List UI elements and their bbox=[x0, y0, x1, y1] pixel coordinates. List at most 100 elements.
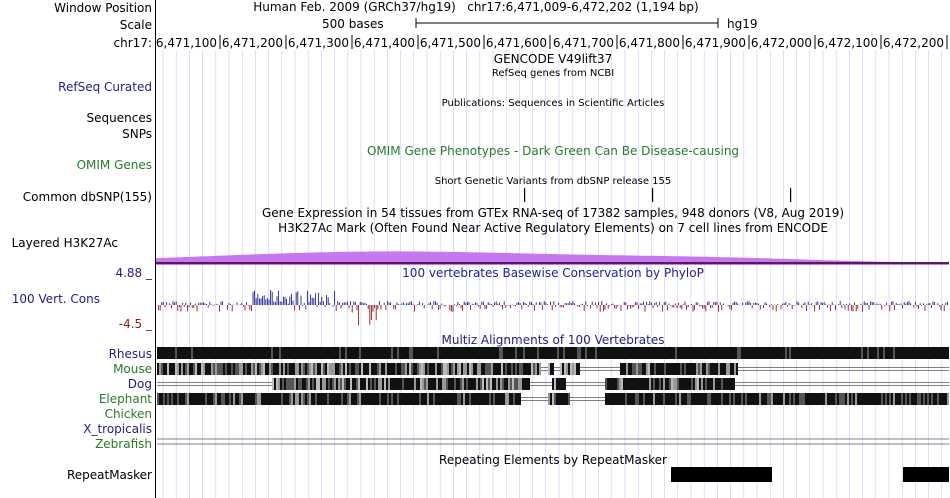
ruler-tick-label: 6,471,800 bbox=[618, 36, 680, 50]
rhesus-block bbox=[655, 347, 657, 359]
dog-block bbox=[418, 378, 420, 390]
mouse-block bbox=[371, 363, 373, 375]
h3k27ac-track-label[interactable]: Layered H3K27Ac bbox=[12, 236, 118, 250]
mouse-block bbox=[694, 363, 696, 375]
rhesus-block bbox=[315, 347, 317, 359]
elephant-block bbox=[657, 393, 659, 405]
dog-block bbox=[665, 378, 667, 390]
dog-block bbox=[498, 378, 500, 390]
rhesus-block bbox=[501, 347, 503, 359]
mouse-block bbox=[509, 363, 511, 375]
mouse-block bbox=[381, 363, 383, 375]
snp-mark bbox=[652, 188, 654, 202]
dbsnp-track-label[interactable]: Common dbSNP(155) bbox=[23, 190, 152, 204]
species-xtropicalis[interactable]: X_tropicalis bbox=[83, 422, 152, 436]
sequences-track-label[interactable]: Sequences bbox=[87, 111, 152, 125]
refseq-desc: RefSeq genes from NCBI bbox=[491, 68, 615, 79]
rhesus-block bbox=[563, 347, 565, 359]
elephant-block bbox=[865, 393, 867, 405]
refseq-track-label[interactable]: RefSeq Curated bbox=[58, 80, 152, 94]
rhesus-block bbox=[673, 347, 675, 359]
rhesus-block bbox=[665, 347, 667, 359]
mouse-block bbox=[654, 363, 656, 375]
elephant-block bbox=[349, 393, 351, 405]
species-elephant[interactable]: Elephant bbox=[99, 392, 152, 406]
mouse-block bbox=[345, 363, 347, 375]
snps-track-label[interactable]: SNPs bbox=[122, 127, 152, 141]
elephant-block bbox=[519, 393, 521, 405]
mouse-block bbox=[626, 363, 628, 375]
mouse-block bbox=[225, 363, 227, 375]
dog-block bbox=[637, 378, 639, 390]
mouse-block bbox=[175, 363, 177, 375]
elephant-block bbox=[883, 393, 885, 405]
mouse-block bbox=[443, 363, 445, 375]
rhesus-block bbox=[745, 347, 747, 359]
species-chicken[interactable]: Chicken bbox=[105, 407, 152, 421]
rhesus-block bbox=[247, 347, 249, 359]
elephant-block bbox=[697, 393, 699, 405]
repeatmasker-track-label[interactable]: RepeatMasker bbox=[67, 468, 152, 482]
rhesus-block bbox=[251, 347, 253, 359]
elephant-block bbox=[773, 393, 775, 405]
rhesus-block bbox=[305, 347, 307, 359]
cons-min-label: -4.5 _ bbox=[118, 317, 152, 331]
mouse-block bbox=[171, 363, 173, 375]
rhesus-block bbox=[231, 347, 233, 359]
gencode-title[interactable]: GENCODE V49lift37 bbox=[156, 52, 950, 66]
rhesus-block bbox=[519, 347, 521, 359]
mouse-block bbox=[213, 363, 215, 375]
mouse-block bbox=[319, 363, 321, 375]
rhesus-block bbox=[445, 347, 447, 359]
elephant-block bbox=[611, 393, 613, 405]
rhesus-block bbox=[411, 347, 413, 359]
rhesus-block bbox=[797, 347, 799, 359]
dog-block bbox=[486, 378, 488, 390]
rhesus-block bbox=[233, 347, 235, 359]
omim-track-label[interactable]: OMIM Genes bbox=[77, 158, 152, 172]
rhesus-block bbox=[659, 347, 661, 359]
species-zebrafish[interactable]: Zebrafish bbox=[95, 437, 152, 451]
mouse-block bbox=[189, 363, 191, 375]
rhesus-block bbox=[403, 347, 405, 359]
species-rhesus[interactable]: Rhesus bbox=[109, 347, 152, 361]
dog-block bbox=[518, 378, 520, 390]
rhesus-block bbox=[447, 347, 449, 359]
elephant-block bbox=[357, 393, 359, 405]
dog-block bbox=[424, 378, 426, 390]
dog-block bbox=[466, 378, 468, 390]
elephant-block bbox=[829, 393, 831, 405]
dog-block bbox=[392, 378, 394, 390]
rhesus-block bbox=[649, 347, 651, 359]
elephant-block bbox=[651, 393, 653, 405]
mouse-block bbox=[309, 363, 311, 375]
rhesus-block bbox=[775, 347, 777, 359]
dog-block bbox=[697, 378, 699, 390]
mouse-block bbox=[367, 363, 369, 375]
rhesus-block bbox=[267, 347, 269, 359]
rhesus-block bbox=[751, 347, 753, 359]
elephant-block bbox=[719, 393, 721, 405]
rhesus-block bbox=[213, 347, 215, 359]
rhesus-block bbox=[615, 347, 617, 359]
elephant-block bbox=[623, 393, 625, 405]
mouse-block bbox=[379, 363, 381, 375]
dog-block bbox=[653, 378, 655, 390]
rhesus-block bbox=[859, 347, 861, 359]
dog-block bbox=[715, 378, 717, 390]
elephant-block bbox=[643, 393, 645, 405]
rhesus-block bbox=[393, 347, 395, 359]
mouse-block bbox=[576, 363, 578, 375]
species-mouse[interactable]: Mouse bbox=[113, 362, 152, 376]
cons-track-label[interactable]: 100 Vert. Cons bbox=[12, 292, 100, 306]
rhesus-block bbox=[743, 347, 745, 359]
elephant-block bbox=[231, 393, 233, 405]
elephant-block bbox=[753, 393, 755, 405]
elephant-block bbox=[263, 393, 265, 405]
rhesus-block bbox=[835, 347, 837, 359]
rhesus-block bbox=[627, 347, 629, 359]
rhesus-block bbox=[361, 347, 363, 359]
rhesus-block bbox=[819, 347, 821, 359]
dog-block bbox=[609, 378, 611, 390]
species-dog[interactable]: Dog bbox=[128, 377, 152, 391]
